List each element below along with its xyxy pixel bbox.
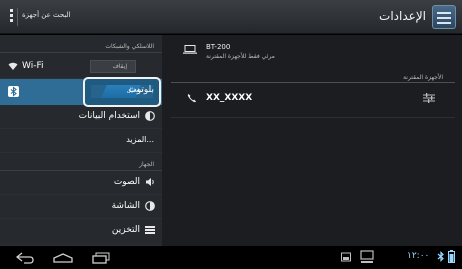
section-header-wireless: اللاسلكي والشبكات	[0, 35, 162, 53]
tune-icon[interactable]	[423, 93, 435, 103]
display-label: الشاشة	[111, 201, 140, 211]
data-usage-icon	[145, 111, 155, 121]
overflow-menu-icon[interactable]	[6, 9, 16, 25]
settings-list: اللاسلكي والشبكات Wi-Fi إيقاف تشغيل بلوت…	[0, 35, 162, 246]
laptop-icon	[183, 45, 197, 54]
sound-label: الصوت	[113, 177, 140, 187]
storage-icon	[145, 226, 155, 234]
settings-item-wifi[interactable]: Wi-Fi إيقاف	[0, 55, 162, 79]
more-label: المزيد...	[126, 135, 154, 144]
bluetooth-status-icon	[437, 251, 444, 262]
wifi-toggle-state: إيقاف	[112, 63, 127, 70]
device-name: BT-200	[206, 43, 231, 51]
phone-icon	[187, 94, 196, 103]
settings-item-more[interactable]: المزيد...	[0, 129, 162, 153]
screenshot-icon	[341, 252, 351, 262]
back-icon[interactable]	[14, 252, 36, 264]
settings-app-icon[interactable]	[432, 5, 456, 29]
row-divider	[171, 117, 455, 118]
display-mode-icon	[360, 250, 374, 263]
home-icon[interactable]	[52, 252, 74, 264]
system-bar: ١٢:٠٠	[0, 246, 462, 269]
bluetooth-icon	[8, 86, 19, 97]
settings-item-data-usage[interactable]: استخدام البيانات	[0, 105, 162, 129]
wifi-label: Wi-Fi	[22, 61, 44, 71]
settings-item-sound[interactable]: الصوت	[0, 171, 162, 195]
status-time: ١٢:٠٠	[407, 251, 430, 261]
settings-item-display[interactable]: الشاشة	[0, 195, 162, 219]
recents-icon[interactable]	[90, 252, 112, 264]
sound-icon	[146, 178, 154, 186]
action-bar: البحث عن أجهزة الإعدادات	[0, 0, 462, 34]
app-title: الإعدادات	[379, 9, 426, 23]
settings-item-storage[interactable]: التخزين	[0, 219, 162, 246]
paired-device-row[interactable]: XX_XXXX	[171, 83, 455, 117]
this-device-row[interactable]: BT-200 مرئي فقط للأجهزة المقترنة	[171, 40, 455, 72]
device-visibility: مرئي فقط للأجهزة المقترنة	[206, 53, 275, 60]
search-devices-button[interactable]: البحث عن أجهزة	[22, 11, 71, 19]
section-header-device: الجهاز	[0, 153, 162, 171]
wifi-icon	[8, 62, 18, 70]
battery-icon	[448, 250, 455, 263]
data-usage-label: استخدام البيانات	[78, 111, 140, 121]
wifi-toggle[interactable]: إيقاف	[90, 60, 136, 73]
settings-item-bluetooth[interactable]: تشغيل بلوتوث	[0, 77, 162, 107]
settings-window: البحث عن أجهزة الإعدادات اللاسلكي والشبك…	[0, 0, 462, 269]
action-divider	[17, 8, 18, 26]
bluetooth-label: بلوتوث	[128, 85, 154, 95]
display-icon	[145, 201, 155, 211]
paired-device-name: XX_XXXX	[206, 93, 253, 103]
storage-label: التخزين	[111, 225, 140, 235]
